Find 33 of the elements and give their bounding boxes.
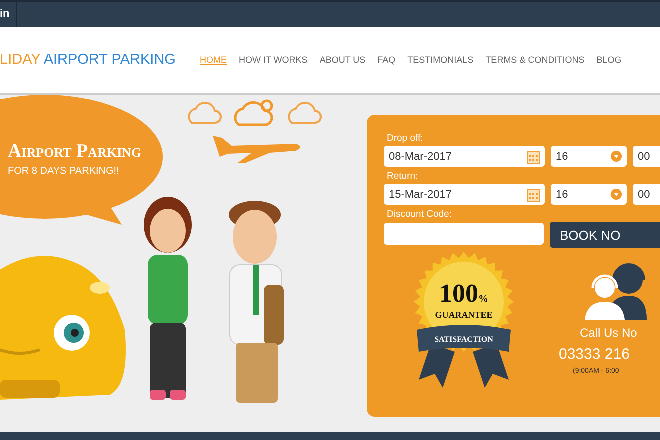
nav-link[interactable]: HOW IT WORKS [238,55,308,65]
hour-select[interactable]: 16 [551,146,627,167]
nav-link[interactable]: TERMS & CONDITIONS [486,55,585,65]
dropdown-icon[interactable] [611,151,622,162]
date-field[interactable]: 15-Mar-2017 [384,184,545,205]
field-label: Return: [387,171,420,182]
calendar-icon[interactable] [527,188,540,202]
book-now-button[interactable]: BOOK NO [550,222,660,248]
nav-link[interactable]: FAQ [378,55,396,65]
date-field[interactable]: 08-Mar-2017 [384,146,545,167]
nav-link[interactable]: ABOUT US [320,55,366,65]
hour-select[interactable]: 16 [551,184,627,205]
airplane-icon [213,136,300,163]
calendar-icon[interactable] [527,150,540,164]
nav-link[interactable]: BLOG [596,55,622,65]
badge-number: 100% [440,279,488,308]
discount-code-field[interactable] [384,223,544,245]
field-label: Discount Code: [387,209,453,220]
minute-select[interactable]: 00 [633,146,660,167]
dropdown-icon[interactable] [611,189,622,200]
badge-text: GUARANTEE [435,310,493,320]
call-us-text: Call Us No [580,326,638,340]
site-logo[interactable]: LIDAY AIRPORT PARKING [0,52,176,68]
promo-subtitle: FOR 8 DAYS PARKING!! [8,166,120,177]
cloud-sun-icon [234,100,274,126]
support-agents-icon [585,262,647,320]
badge-text: SATISFACTION [434,335,494,344]
promo-title: Airport Parking [8,141,142,163]
cloud-icon [288,102,322,124]
field-label: Drop off: [387,133,424,144]
minute-select[interactable]: 00 [633,184,660,205]
cloud-icon [188,102,222,124]
nav-link[interactable]: TESTIMONIALS [408,55,474,65]
